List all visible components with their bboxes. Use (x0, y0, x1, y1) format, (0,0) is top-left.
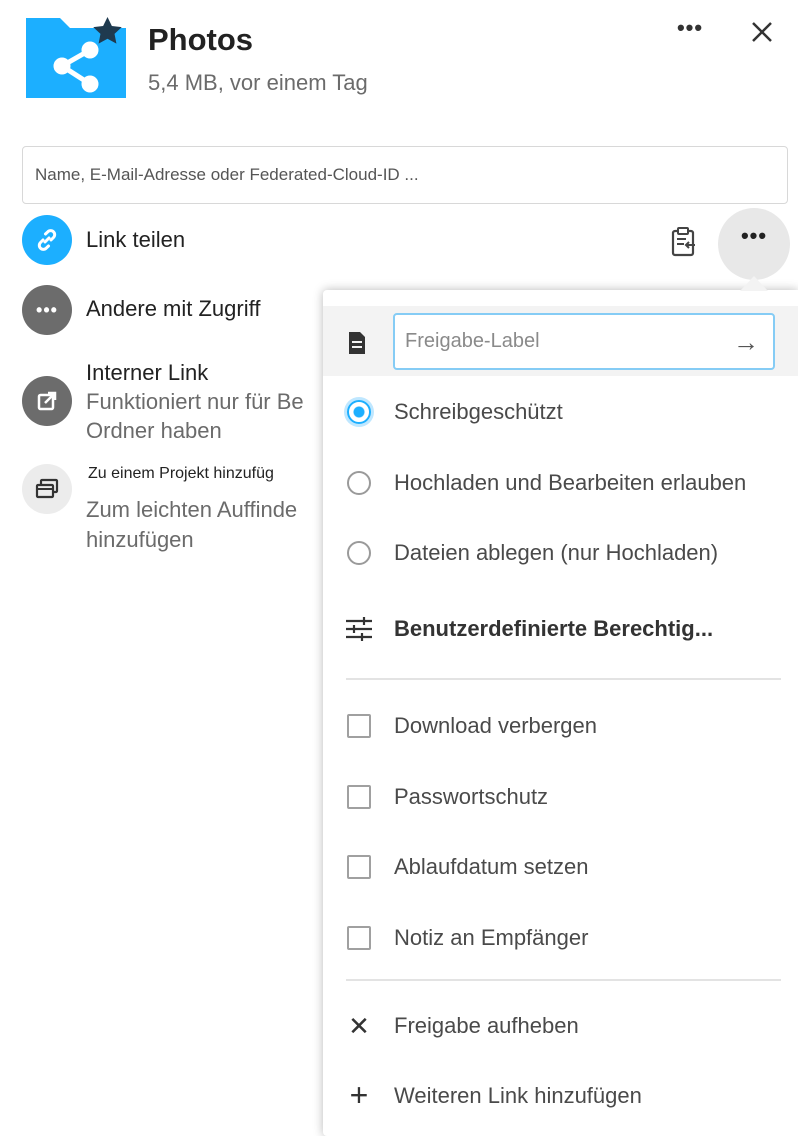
link-share-more-button[interactable]: ••• (718, 208, 790, 280)
projects-icon (22, 464, 72, 514)
share-search-input[interactable] (22, 146, 788, 204)
checkbox-password[interactable] (347, 785, 371, 809)
checkbox-hide-download[interactable] (347, 714, 371, 738)
add-link-button[interactable]: Weiteren Link hinzufügen (394, 1081, 642, 1111)
radio-file-drop[interactable] (347, 541, 371, 565)
radio-read-only[interactable] (347, 400, 371, 424)
unshare-icon: ✕ (348, 1011, 370, 1041)
share-label-input[interactable] (393, 313, 775, 370)
internal-link-desc-1: Funktioniert nur für Be (86, 389, 304, 414)
menu-divider (346, 979, 781, 981)
clipboard-icon (671, 227, 695, 257)
permission-file-drop[interactable]: Dateien ablegen (nur Hochladen) (394, 538, 718, 568)
close-icon (752, 22, 772, 42)
custom-permissions-button[interactable]: Benutzerdefinierte Berechtig... (394, 614, 713, 644)
link-share-label[interactable]: Link teilen (86, 225, 185, 255)
add-link-icon: + (349, 1077, 369, 1113)
submit-label-button[interactable]: → (730, 324, 762, 360)
file-meta: 5,4 MB, vor einem Tag (148, 70, 368, 95)
internal-link-desc-2: Ordner haben (86, 418, 222, 443)
option-password[interactable]: Passwortschutz (394, 782, 548, 812)
option-expiry[interactable]: Ablaufdatum setzen (394, 852, 588, 882)
external-link-icon[interactable] (22, 376, 72, 426)
permission-read-only[interactable]: Schreibgeschützt (394, 397, 563, 427)
menu-arrow (740, 276, 768, 291)
option-note[interactable]: Notiz an Empfänger (394, 923, 588, 953)
label-note-icon (346, 330, 368, 356)
internal-link-title: Interner Link (86, 360, 209, 385)
file-title: Photos (148, 22, 254, 57)
others-access-icon: ••• (22, 285, 72, 335)
tune-icon (344, 615, 374, 643)
project-title[interactable]: Zu einem Projekt hinzufüg (88, 463, 274, 485)
checkbox-expiry[interactable] (347, 855, 371, 879)
option-hide-download[interactable]: Download verbergen (394, 711, 597, 741)
menu-divider (346, 678, 781, 680)
project-desc-2: hinzufügen (86, 527, 194, 552)
checkbox-note[interactable] (347, 926, 371, 950)
copy-link-button[interactable] (664, 222, 704, 262)
close-button[interactable] (742, 12, 782, 52)
others-access-label[interactable]: Andere mit Zugriff (86, 294, 260, 324)
header-more-button[interactable]: ••• (672, 17, 708, 46)
unshare-button[interactable]: Freigabe aufheben (394, 1011, 579, 1041)
radio-upload-edit[interactable] (347, 471, 371, 495)
link-icon (22, 215, 72, 265)
shared-folder-icon (24, 14, 128, 100)
permission-upload-edit[interactable]: Hochladen und Bearbeiten erlauben (394, 468, 746, 498)
project-desc-1: Zum leichten Auffinde (86, 497, 298, 522)
